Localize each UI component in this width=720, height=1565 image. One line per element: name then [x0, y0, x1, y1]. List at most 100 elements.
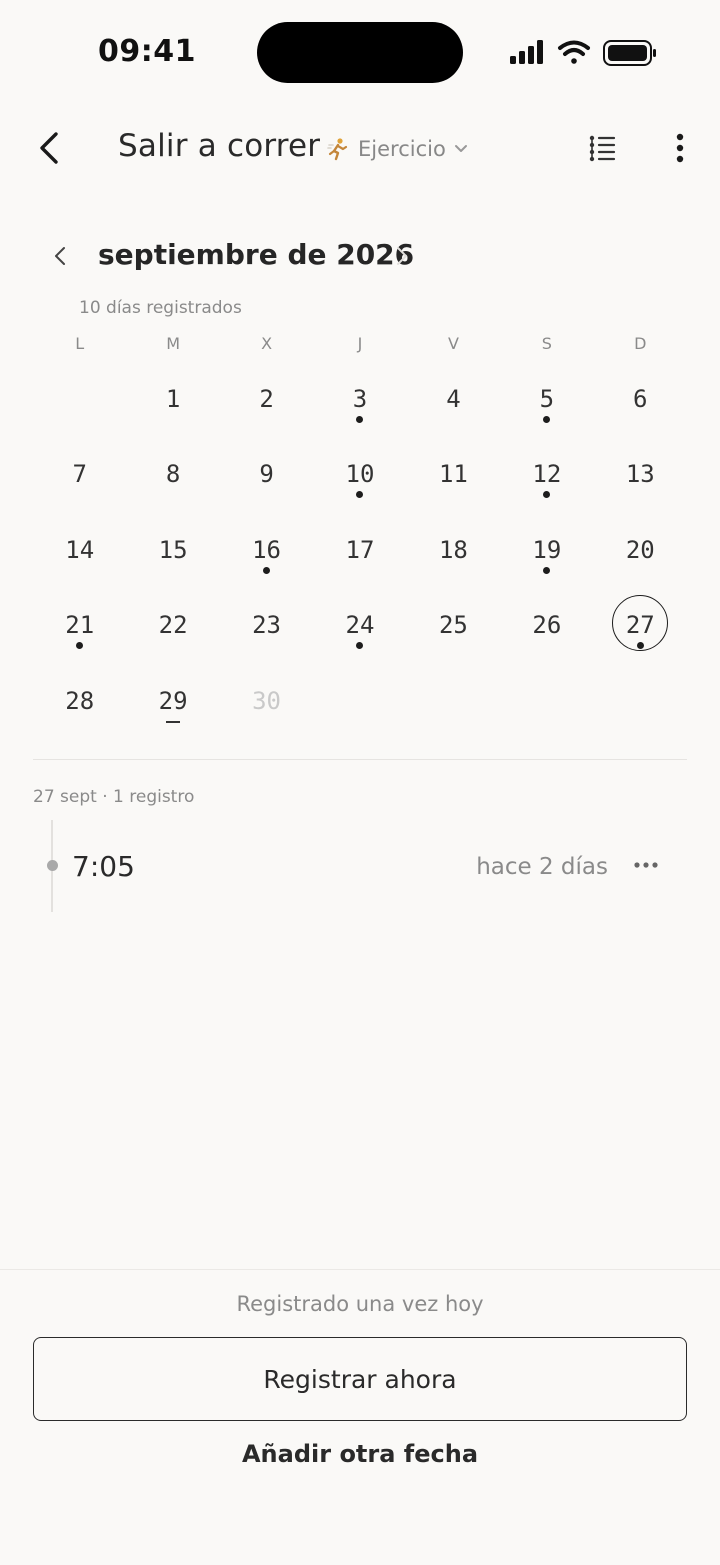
- day-number: 7: [72, 460, 87, 489]
- log-entry-menu-button[interactable]: [631, 850, 661, 880]
- month-navigation: septiembre de 2026: [0, 230, 720, 282]
- weekday-label: V: [447, 334, 459, 353]
- day-number: 28: [65, 686, 95, 715]
- day-number: 2: [259, 385, 274, 413]
- calendar-day-18[interactable]: 18: [407, 513, 500, 588]
- habit-title: Salir a correr: [118, 128, 321, 164]
- day-number: 19: [532, 535, 562, 564]
- empty-day-cell: [33, 362, 126, 437]
- calendar-day-20[interactable]: 20: [594, 513, 687, 588]
- chevron-left-icon: [40, 132, 58, 164]
- calendar-day-19[interactable]: 19: [500, 513, 593, 588]
- calendar-day-24[interactable]: 24: [313, 588, 406, 663]
- wifi-icon: [558, 40, 590, 64]
- list-view-button[interactable]: [584, 130, 620, 166]
- chevron-left-icon: [55, 247, 65, 265]
- calendar-day-21[interactable]: 21: [33, 588, 126, 663]
- previous-month-button[interactable]: [44, 240, 76, 272]
- calendar-day-8[interactable]: 8: [126, 437, 219, 512]
- day-number: 5: [539, 385, 555, 413]
- day-number: 30: [252, 686, 282, 715]
- calendar-day-5[interactable]: 5: [500, 362, 593, 437]
- day-number: 26: [532, 611, 562, 640]
- calendar-day-23[interactable]: 23: [220, 588, 313, 663]
- timeline-dot: [47, 860, 58, 871]
- chevron-down-icon: [454, 145, 467, 152]
- divider: [33, 759, 687, 760]
- weekday-label: S: [541, 334, 552, 353]
- day-number: 4: [446, 385, 461, 413]
- category-label: Ejercicio: [358, 137, 446, 161]
- day-number: 11: [438, 460, 468, 489]
- back-button[interactable]: [28, 126, 68, 170]
- log-entry[interactable]: 7:05 hace 2 días: [33, 836, 687, 896]
- day-number: 6: [633, 385, 648, 413]
- running-person-icon: [327, 138, 348, 161]
- logged-indicator-dot: [263, 566, 271, 574]
- calendar-day-27[interactable]: 27: [594, 588, 687, 663]
- more-options-button[interactable]: [662, 128, 698, 168]
- day-number: 3: [352, 385, 368, 413]
- day-number: 17: [345, 535, 375, 564]
- day-number: 16: [252, 535, 282, 564]
- calendar-day-15[interactable]: 15: [126, 513, 219, 588]
- calendar-day-3[interactable]: 3: [313, 362, 406, 437]
- calendar-day-12[interactable]: 12: [500, 437, 593, 512]
- month-title: septiembre de 2026: [98, 238, 415, 271]
- footer-divider: [0, 1269, 720, 1270]
- calendar-day-4[interactable]: 4: [407, 362, 500, 437]
- weekday-label: D: [634, 334, 647, 353]
- day-number: 25: [438, 611, 468, 640]
- calendar-day-22[interactable]: 22: [126, 588, 219, 663]
- calendar-day-10[interactable]: 10: [313, 437, 406, 512]
- battery-icon: [603, 40, 656, 66]
- calendar-day-14[interactable]: 14: [33, 513, 126, 588]
- calendar-day-9[interactable]: 9: [220, 437, 313, 512]
- log-date-header: 27 sept · 1 registro: [33, 787, 195, 807]
- today-indicator: [166, 720, 181, 723]
- horizontal-dots-icon: [634, 862, 658, 868]
- calendar-day-17[interactable]: 17: [313, 513, 406, 588]
- day-number: 12: [532, 460, 562, 489]
- day-number: 15: [158, 535, 188, 564]
- calendar-day-7[interactable]: 7: [33, 437, 126, 512]
- day-number: 10: [345, 460, 375, 489]
- calendar-day-28[interactable]: 28: [33, 664, 126, 739]
- log-relative-time: hace 2 días: [476, 854, 608, 880]
- calendar-grid: 1 2 3 4 5 6 7 8 9 10 11 12 13 14 15 16 17 18 19 20 21 22 23 24 2…: [33, 362, 687, 739]
- logged-indicator-dot: [636, 642, 644, 650]
- weekday-label: X: [261, 334, 273, 353]
- status-icons: [510, 40, 656, 66]
- day-number: 23: [252, 611, 282, 640]
- day-number: 13: [625, 460, 655, 489]
- calendar-day-16[interactable]: 16: [220, 513, 313, 588]
- chevron-right-icon: [397, 247, 407, 265]
- calendar-day-6[interactable]: 6: [594, 362, 687, 437]
- weekday-label: L: [75, 334, 85, 353]
- category-selector[interactable]: Ejercicio: [326, 134, 468, 164]
- status-bar: 09:41: [0, 0, 720, 100]
- calendar-day-2[interactable]: 2: [220, 362, 313, 437]
- weekday-label: M: [166, 334, 181, 353]
- day-number: 22: [158, 611, 188, 640]
- calendar-day-11[interactable]: 11: [407, 437, 500, 512]
- list-icon: [589, 135, 616, 162]
- day-number: 9: [259, 460, 274, 489]
- register-now-button[interactable]: Registrar ahora: [33, 1337, 687, 1421]
- calendar-day-1[interactable]: 1: [126, 362, 219, 437]
- add-another-date-button[interactable]: Añadir otra fecha: [0, 1440, 720, 1480]
- vertical-dots-icon: [676, 133, 684, 163]
- next-month-button[interactable]: [388, 240, 416, 272]
- calendar-day-13[interactable]: 13: [594, 437, 687, 512]
- day-number: 18: [438, 535, 468, 564]
- calendar-day-29[interactable]: 29: [126, 664, 219, 739]
- today-status-text: Registrado una vez hoy: [236, 1292, 484, 1316]
- calendar-day-26[interactable]: 26: [500, 588, 593, 663]
- day-number: 29: [158, 686, 188, 715]
- day-number: 14: [65, 535, 95, 564]
- dynamic-island: [257, 22, 463, 83]
- day-number: 21: [65, 611, 95, 640]
- calendar-day-25[interactable]: 25: [407, 588, 500, 663]
- day-number: 8: [165, 460, 181, 489]
- app-header: Salir a correr Ejercicio: [0, 110, 720, 186]
